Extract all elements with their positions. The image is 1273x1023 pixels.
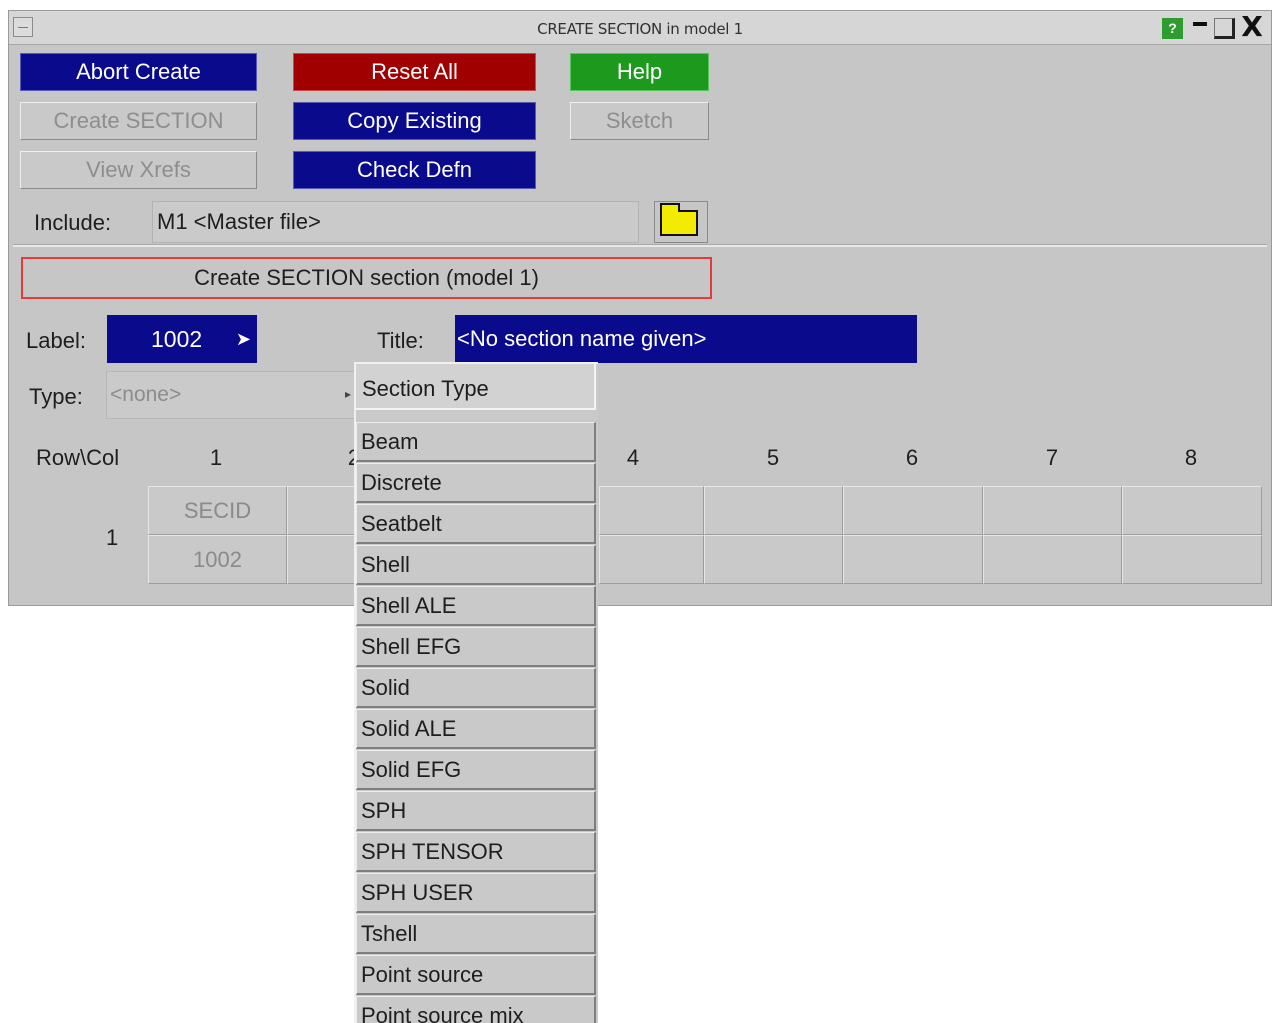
view-xrefs-button[interactable]: View Xrefs <box>20 151 257 189</box>
grid-cell[interactable] <box>704 486 843 535</box>
title-label: Title: <box>377 328 424 353</box>
close-icon[interactable]: X <box>1239 13 1265 41</box>
include-folder-button[interactable] <box>654 201 708 243</box>
grid-cell[interactable] <box>843 486 983 535</box>
column-header: 7 <box>1045 445 1059 470</box>
help-button[interactable]: Help <box>570 53 709 91</box>
minimize-icon[interactable] <box>1191 18 1209 39</box>
type-label: Type: <box>29 384 83 409</box>
popup-item-sph[interactable]: SPH <box>356 791 596 831</box>
title-field[interactable]: <No section name given> <box>455 315 917 363</box>
grid-cell[interactable] <box>843 535 983 584</box>
popup-item-seatbelt[interactable]: Seatbelt <box>356 504 596 544</box>
grid-cell[interactable] <box>983 535 1122 584</box>
help-icon[interactable]: ? <box>1162 18 1183 39</box>
type-select[interactable]: <none> <box>106 371 364 419</box>
popup-item-solid-ale[interactable]: Solid ALE <box>356 709 596 749</box>
popup-item-shell-efg[interactable]: Shell EFG <box>356 627 596 667</box>
grid-cell[interactable] <box>1122 486 1262 535</box>
title-bar[interactable]: CREATE SECTION in model 1 ? X <box>9 11 1271 45</box>
create-section-window: CREATE SECTION in model 1 ? X Abort Crea… <box>8 10 1272 606</box>
popup-item-sph-user[interactable]: SPH USER <box>356 873 596 913</box>
label-label: Label: <box>26 328 86 353</box>
sketch-button[interactable]: Sketch <box>570 102 709 140</box>
reset-all-button[interactable]: Reset All <box>293 53 536 91</box>
column-header: 6 <box>905 445 919 470</box>
grid-cell[interactable] <box>983 486 1122 535</box>
label-field[interactable]: 1002 ➤ <box>107 315 257 363</box>
section-banner: Create SECTION section (model 1) <box>21 257 712 299</box>
grid-cell[interactable] <box>1122 535 1262 584</box>
include-label: Include: <box>34 210 112 235</box>
grid-cell[interactable] <box>599 535 704 584</box>
column-header: 8 <box>1184 445 1198 470</box>
popup-heading: Section Type <box>356 364 596 410</box>
grid-cell[interactable] <box>599 486 704 535</box>
divider <box>13 244 1267 247</box>
include-field[interactable]: M1 <Master file> <box>152 201 639 243</box>
popup-item-point-source[interactable]: Point source <box>356 955 596 995</box>
column-header: 1 <box>209 445 223 470</box>
column-header: 5 <box>766 445 780 470</box>
popup-item-sph-tensor[interactable]: SPH TENSOR <box>356 832 596 872</box>
window-title: CREATE SECTION in model 1 <box>537 20 743 38</box>
copy-existing-button[interactable]: Copy Existing <box>293 102 536 140</box>
popup-item-solid-efg[interactable]: Solid EFG <box>356 750 596 790</box>
folder-icon <box>660 203 698 236</box>
rowcol-label: Row\Col <box>36 445 120 470</box>
popup-item-tshell[interactable]: Tshell <box>356 914 596 954</box>
row-label: 1 <box>106 525 119 550</box>
column-header: 4 <box>626 445 640 470</box>
popup-item-discrete[interactable]: Discrete <box>356 463 596 503</box>
abort-create-button[interactable]: Abort Create <box>20 53 257 91</box>
secid-header-cell: SECID <box>148 486 287 535</box>
create-section-button[interactable]: Create SECTION <box>20 102 257 140</box>
popup-item-shell[interactable]: Shell <box>356 545 596 585</box>
popup-item-shell-ale[interactable]: Shell ALE <box>356 586 596 626</box>
popup-item-beam[interactable]: Beam <box>356 422 596 462</box>
popup-item-point-source-mix[interactable]: Point source mix <box>356 996 596 1023</box>
check-defn-button[interactable]: Check Defn <box>293 151 536 189</box>
grid-cell[interactable] <box>704 535 843 584</box>
popup-item-solid[interactable]: Solid <box>356 668 596 708</box>
label-value: 1002 <box>151 326 203 352</box>
secid-value-cell[interactable]: 1002 <box>148 535 287 584</box>
maximize-icon[interactable] <box>1214 18 1235 39</box>
section-type-popup: Section Type Beam Discrete Seatbelt Shel… <box>354 362 598 1023</box>
label-arrow-icon[interactable]: ➤ <box>236 315 251 363</box>
type-arrow-icon[interactable]: ▸ <box>345 387 351 401</box>
